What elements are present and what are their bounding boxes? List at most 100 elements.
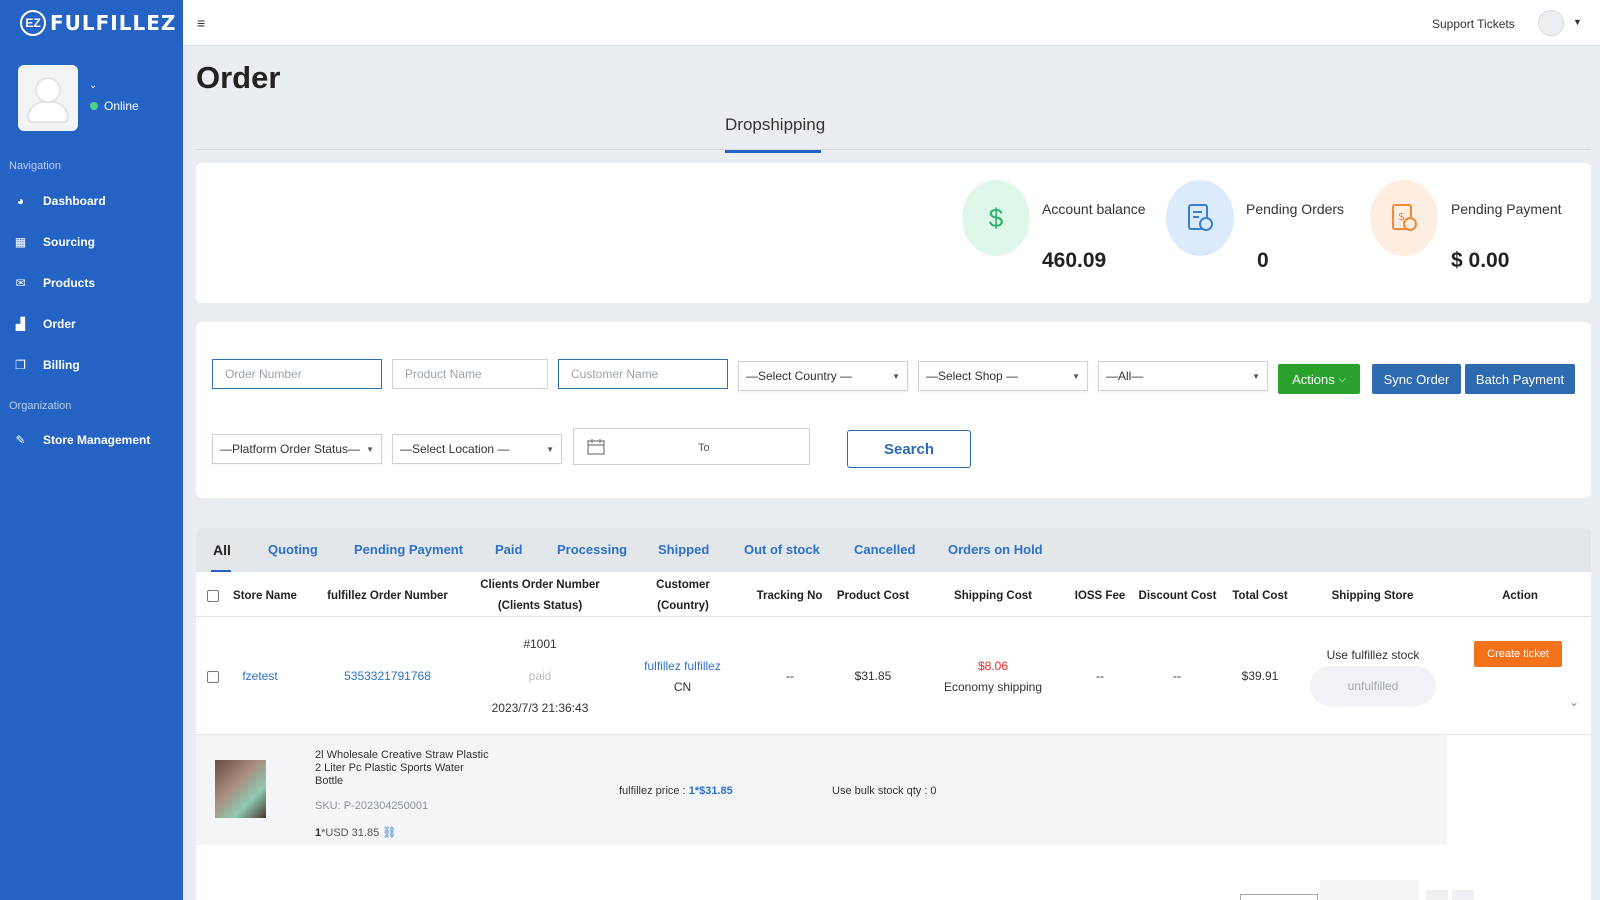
platform-status-select[interactable]: —Platform Order Status— ▼ bbox=[212, 434, 382, 464]
avatar-body-icon bbox=[29, 103, 67, 121]
product-title-line1[interactable]: 2l Wholesale Creative Straw Plastic bbox=[315, 749, 489, 761]
pending-orders-icon bbox=[1166, 180, 1234, 256]
dropdown-arrow-icon: ▼ bbox=[546, 444, 554, 454]
sidebar-item-dashboard[interactable]: ◕ Dashboard bbox=[14, 194, 106, 208]
tab-shipped[interactable]: Shipped bbox=[658, 542, 709, 557]
header-clients-order-number: Clients Order Number bbox=[480, 579, 600, 591]
actions-button[interactable]: Actions ⌵ bbox=[1278, 364, 1360, 394]
app-name: FULFILLEZ bbox=[50, 11, 177, 35]
sidebar-item-label: Order bbox=[43, 317, 76, 331]
product-title-line2[interactable]: 2 Liter Pc Plastic Sports Water bbox=[315, 762, 464, 774]
tab-bar-divider bbox=[196, 149, 1591, 150]
fulfillez-price-value: 1*$31.85 bbox=[688, 785, 733, 797]
pagination-next[interactable] bbox=[1452, 890, 1474, 900]
organization-section-label: Organization bbox=[9, 400, 72, 412]
dropdown-arrow-icon: ▼ bbox=[892, 371, 900, 381]
sidebar-item-store-management[interactable]: ✎ Store Management bbox=[14, 433, 150, 447]
link-icon[interactable]: ⛓ bbox=[382, 827, 396, 839]
shipping-store: Use fulfillez stock bbox=[1326, 648, 1420, 662]
online-dot-icon bbox=[90, 102, 98, 110]
user-avatar[interactable] bbox=[1538, 10, 1564, 36]
sidebar: EZ FULFILLEZ ⌄ Online Navigation ◕ Dashb… bbox=[0, 0, 183, 900]
edit-icon: ✎ bbox=[15, 432, 26, 447]
tab-pending-payment[interactable]: Pending Payment bbox=[354, 542, 463, 557]
pending-payment-icon: $ bbox=[1370, 180, 1438, 256]
country-select[interactable]: —Select Country — ▼ bbox=[738, 361, 908, 391]
sidebar-item-products[interactable]: ✉ Products bbox=[14, 276, 95, 290]
shop-select[interactable]: —Select Shop — ▼ bbox=[918, 361, 1088, 391]
sidebar-item-order[interactable]: ▟ Order bbox=[14, 317, 76, 331]
pagination-prev[interactable] bbox=[1397, 880, 1419, 900]
profile-avatar[interactable] bbox=[18, 65, 78, 131]
tab-dropshipping[interactable]: Dropshipping bbox=[725, 115, 825, 135]
page-title: Order bbox=[196, 60, 281, 95]
tracking-number: -- bbox=[786, 669, 794, 683]
header-product-cost: Product Cost bbox=[836, 590, 910, 602]
tab-paid[interactable]: Paid bbox=[495, 542, 522, 557]
platform-status-value: —Platform Order Status— bbox=[220, 442, 361, 456]
dropdown-arrow-icon: ▼ bbox=[1252, 371, 1260, 381]
date-range-picker[interactable]: To bbox=[573, 428, 810, 465]
product-qty-price: 1*USD 31.85 ⛓ bbox=[315, 826, 396, 839]
pending-orders-label: Pending Orders bbox=[1246, 201, 1345, 217]
page-size-select[interactable] bbox=[1240, 894, 1318, 900]
expand-row-chevron-icon[interactable]: ⌄ bbox=[1569, 695, 1579, 709]
product-name-input[interactable]: Product Name bbox=[392, 359, 548, 389]
dropdown-arrow-icon: ▼ bbox=[1072, 371, 1080, 381]
header-action: Action bbox=[1502, 590, 1538, 602]
header-ioss-fee: IOSS Fee bbox=[1074, 590, 1126, 602]
tab-cancelled[interactable]: Cancelled bbox=[854, 542, 915, 557]
fulfillez-price-label: fulfillez price : bbox=[619, 785, 686, 797]
account-balance-label: Account balance bbox=[1042, 201, 1146, 217]
grid-icon: ▦ bbox=[14, 234, 27, 249]
dollar-icon: $ bbox=[962, 180, 1030, 256]
header-shipping-store: Shipping Store bbox=[1331, 590, 1414, 602]
store-name-link[interactable]: fzetest bbox=[230, 669, 290, 683]
tab-all[interactable]: All bbox=[213, 542, 231, 558]
copy-icon: ❐ bbox=[15, 357, 26, 372]
status-all-select[interactable]: —All— ▼ bbox=[1098, 361, 1268, 391]
location-select-value: —Select Location — bbox=[400, 442, 510, 456]
order-number-input[interactable]: Order Number bbox=[212, 359, 382, 389]
sync-order-button[interactable]: Sync Order bbox=[1372, 364, 1461, 394]
row-checkbox[interactable] bbox=[207, 671, 219, 683]
sidebar-item-label: Products bbox=[43, 276, 96, 290]
tab-out-of-stock[interactable]: Out of stock bbox=[744, 542, 820, 557]
navigation-section-label: Navigation bbox=[9, 160, 61, 172]
ioss-fee: -- bbox=[1096, 669, 1104, 683]
customer-name-input[interactable]: Customer Name bbox=[558, 359, 728, 389]
total-cost: $39.91 bbox=[1241, 669, 1279, 683]
location-select[interactable]: —Select Location — ▼ bbox=[392, 434, 562, 464]
status-label: Online bbox=[104, 99, 139, 113]
account-balance-value: 460.09 bbox=[1042, 249, 1107, 272]
customer-link[interactable]: fulfillez fulfillez bbox=[625, 659, 740, 673]
support-tickets-link[interactable]: Support Tickets bbox=[1432, 17, 1515, 31]
hamburger-menu-icon[interactable]: ≡ bbox=[197, 15, 205, 31]
batch-payment-button[interactable]: Batch Payment bbox=[1465, 364, 1575, 394]
bar-chart-icon: ▟ bbox=[15, 316, 26, 331]
user-menu-caret-icon[interactable]: ▼ bbox=[1573, 17, 1582, 27]
search-button[interactable]: Search bbox=[847, 430, 971, 468]
product-title-line3[interactable]: Bottle bbox=[315, 775, 343, 787]
pending-payment-label: Pending Payment bbox=[1451, 201, 1562, 217]
shipping-method: Economy shipping bbox=[943, 680, 1043, 694]
header-divider bbox=[196, 616, 1591, 617]
online-status: Online bbox=[90, 99, 139, 113]
profile-menu-chevron-icon[interactable]: ⌄ bbox=[89, 80, 97, 91]
tab-processing[interactable]: Processing bbox=[557, 542, 627, 557]
pagination-page-1[interactable] bbox=[1426, 890, 1448, 900]
sidebar-item-sourcing[interactable]: ▦ Sourcing bbox=[14, 235, 95, 249]
product-cost: $31.85 bbox=[854, 669, 892, 683]
product-thumbnail[interactable] bbox=[215, 760, 266, 818]
customer-country: CN bbox=[673, 680, 692, 694]
tab-quoting[interactable]: Quoting bbox=[268, 542, 318, 557]
create-ticket-button[interactable]: Create ticket bbox=[1474, 641, 1562, 667]
sidebar-item-billing[interactable]: ❐ Billing bbox=[14, 358, 80, 372]
order-number-link[interactable]: 5353321791768 bbox=[330, 669, 445, 683]
tab-orders-on-hold[interactable]: Orders on Hold bbox=[948, 542, 1043, 557]
select-all-checkbox[interactable] bbox=[207, 590, 219, 602]
logo-mark-icon: EZ bbox=[20, 10, 46, 36]
header-country: (Country) bbox=[657, 600, 709, 612]
app-logo[interactable]: EZ FULFILLEZ bbox=[20, 10, 176, 36]
client-order-date: 2023/7/3 21:36:43 bbox=[491, 701, 589, 715]
